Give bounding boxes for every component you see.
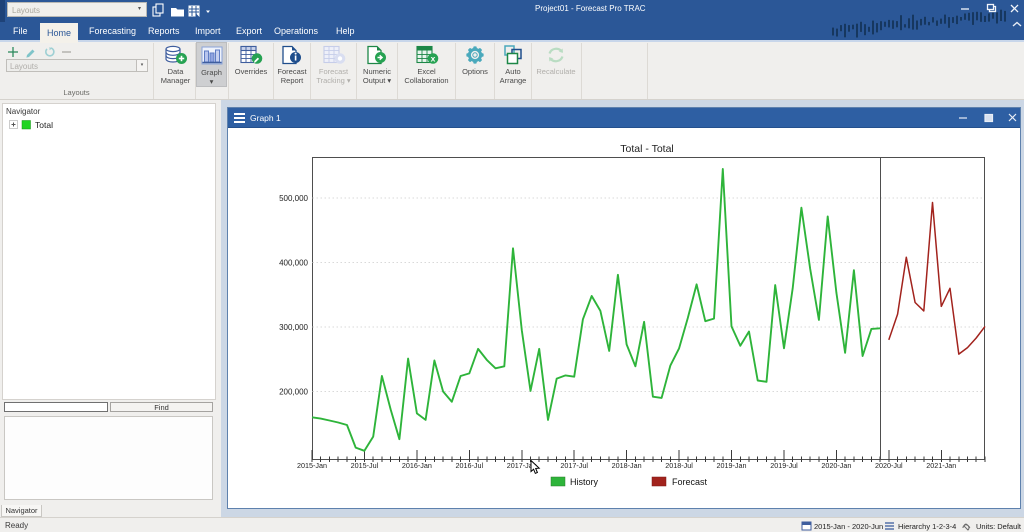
- svg-text:2017-Jul: 2017-Jul: [560, 461, 588, 470]
- svg-text:History: History: [570, 477, 599, 487]
- svg-text:500,000: 500,000: [279, 194, 308, 203]
- svg-text:2021-Jan: 2021-Jan: [926, 461, 956, 470]
- svg-text:Forecast: Forecast: [672, 477, 708, 487]
- svg-text:2020-Jan: 2020-Jan: [821, 461, 851, 470]
- svg-text:2019-Jul: 2019-Jul: [770, 461, 798, 470]
- svg-text:2019-Jan: 2019-Jan: [717, 461, 747, 470]
- svg-text:2016-Jul: 2016-Jul: [456, 461, 484, 470]
- svg-text:2020-Jul: 2020-Jul: [875, 461, 903, 470]
- svg-text:400,000: 400,000: [279, 259, 308, 268]
- svg-text:300,000: 300,000: [279, 323, 308, 332]
- svg-text:x: x: [430, 54, 435, 64]
- svg-text:2018-Jul: 2018-Jul: [665, 461, 693, 470]
- svg-text:2016-Jan: 2016-Jan: [402, 461, 432, 470]
- svg-text:2015-Jul: 2015-Jul: [351, 461, 379, 470]
- svg-text:2018-Jan: 2018-Jan: [612, 461, 642, 470]
- svg-text:Total - Total: Total - Total: [620, 143, 674, 155]
- svg-text:2015-Jan: 2015-Jan: [297, 461, 327, 470]
- svg-text:200,000: 200,000: [279, 388, 308, 397]
